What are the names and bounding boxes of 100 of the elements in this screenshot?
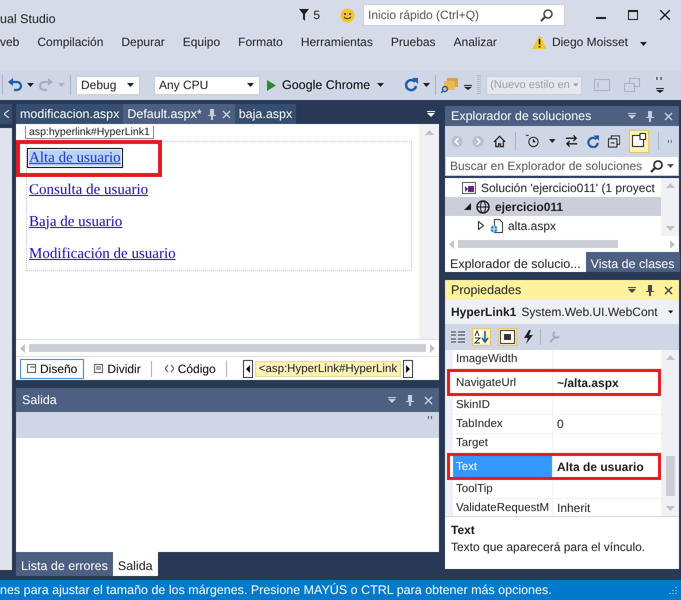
caret-icon[interactable] bbox=[127, 83, 134, 87]
lightning-icon[interactable] bbox=[524, 330, 533, 344]
menu-item[interactable]: Depurar bbox=[121, 32, 174, 52]
property-row[interactable]: ImageWidth bbox=[453, 350, 661, 369]
menu-item[interactable]: Herramientas bbox=[300, 32, 382, 52]
maximize-icon[interactable] bbox=[628, 10, 638, 20]
collapsed-icon[interactable] bbox=[478, 221, 484, 230]
menu-item[interactable]: Analizar bbox=[454, 32, 506, 52]
property-row[interactable]: Target bbox=[453, 434, 661, 453]
windows-icon bbox=[624, 78, 640, 92]
filter-icon[interactable] bbox=[299, 9, 310, 21]
find-icon[interactable] bbox=[441, 77, 460, 93]
close-icon[interactable] bbox=[660, 10, 670, 20]
menu-item[interactable]: Equipo bbox=[182, 32, 230, 52]
pin-icon[interactable] bbox=[208, 108, 216, 120]
home-icon[interactable] bbox=[493, 134, 506, 148]
panel-tab[interactable]: Lista de errores bbox=[16, 552, 113, 576]
caret-icon[interactable] bbox=[27, 83, 34, 87]
property-row[interactable]: SkinID bbox=[453, 396, 661, 415]
quick-launch-input[interactable]: Inicio rápido (Ctrl+Q) bbox=[364, 8, 529, 22]
solution-icon bbox=[462, 182, 476, 194]
pin-icon[interactable] bbox=[406, 394, 414, 406]
previous-button[interactable] bbox=[242, 360, 253, 378]
caret-icon[interactable] bbox=[423, 83, 430, 87]
overflow-icon[interactable] bbox=[668, 140, 673, 142]
search-field[interactable]: Buscar en Explorador de soluciones bbox=[445, 156, 679, 176]
hyperlink[interactable]: Alta de usuario bbox=[29, 150, 121, 166]
design-icon bbox=[27, 364, 36, 374]
caret-icon[interactable] bbox=[377, 83, 384, 87]
refresh-icon[interactable] bbox=[587, 134, 600, 148]
dropdown-icon[interactable] bbox=[628, 287, 636, 293]
platform-dropdown[interactable]: Any CPU bbox=[154, 76, 260, 94]
caret-icon[interactable] bbox=[247, 83, 254, 87]
pin-icon[interactable] bbox=[646, 110, 654, 122]
properties-button[interactable] bbox=[498, 328, 517, 346]
smiley-icon[interactable] bbox=[340, 8, 355, 22]
hyperlink[interactable]: Consulta de usuario bbox=[29, 182, 148, 198]
view-tab[interactable]: Dividir bbox=[87, 358, 148, 379]
status-text: nes para ajustar el tamaño de los márgenes. Presione MAYÚS o CTRL para obtener más opciones. bbox=[0, 583, 552, 597]
start-button[interactable]: Google Chrome bbox=[265, 78, 372, 92]
tree-item[interactable]: ejercicio011 bbox=[445, 197, 661, 216]
view-tab[interactable]: Diseño bbox=[20, 358, 84, 379]
web-file-icon bbox=[490, 218, 503, 232]
caret-icon[interactable] bbox=[668, 310, 673, 314]
property-row[interactable]: Text Alta de usuario bbox=[447, 453, 661, 480]
view-tab[interactable]: Código bbox=[158, 358, 223, 379]
search-icon[interactable] bbox=[540, 8, 553, 22]
property-row[interactable]: NavigateUrl ~/alta.aspx bbox=[447, 369, 661, 396]
configuration-dropdown[interactable]: Debug bbox=[76, 76, 140, 94]
properties-button[interactable] bbox=[629, 130, 650, 152]
panel-tab[interactable]: Vista de clases bbox=[586, 252, 680, 272]
document-tab[interactable]: modificacion.aspx bbox=[16, 104, 124, 124]
caret-icon[interactable] bbox=[549, 139, 556, 143]
object-selector[interactable]: HyperLink1 System.Web.UI.WebCont bbox=[445, 300, 679, 324]
undo-icon[interactable] bbox=[8, 78, 22, 92]
warning-icon[interactable] bbox=[532, 35, 547, 49]
property-row[interactable]: TabIndex 0 bbox=[453, 415, 661, 434]
pin-icon[interactable] bbox=[646, 284, 654, 296]
scrollbar-thumb[interactable] bbox=[29, 344, 426, 352]
document-tab[interactable]: Default.aspx* bbox=[123, 104, 235, 124]
alphabetical-button[interactable] bbox=[472, 328, 491, 346]
document-tab[interactable]: baja.aspx bbox=[234, 104, 296, 124]
scrollbar-thumb[interactable] bbox=[458, 240, 618, 248]
description-title: Text bbox=[451, 523, 476, 537]
chevron-left-icon[interactable] bbox=[4, 110, 8, 118]
expanded-icon[interactable] bbox=[464, 203, 470, 210]
hyperlink[interactable]: Modificación de usuario bbox=[29, 246, 176, 262]
tree-item[interactable]: Solución 'ejercicio011' (1 proyect bbox=[445, 178, 661, 197]
caret-icon[interactable] bbox=[640, 42, 647, 46]
menu-item[interactable]: veb bbox=[0, 32, 28, 52]
quick-launch-field[interactable]: Inicio rápido (Ctrl+Q) bbox=[363, 4, 565, 26]
account-name[interactable]: Diego Moisset bbox=[552, 35, 628, 49]
breadcrumb-tag[interactable]: <asp:HyperLink#HyperLink bbox=[254, 360, 402, 377]
sync-icon[interactable] bbox=[564, 135, 578, 147]
property-name: TabIndex bbox=[453, 415, 553, 433]
window-title: ual Studio bbox=[0, 12, 56, 26]
search-icon[interactable] bbox=[650, 160, 663, 172]
property-row[interactable]: ToolTip bbox=[453, 480, 661, 499]
menu-item[interactable]: Formato bbox=[238, 32, 292, 52]
panel-tab[interactable]: Explorador de solucio... bbox=[445, 252, 586, 272]
resize-grip-icon[interactable] bbox=[669, 586, 677, 594]
panel-title: Salida bbox=[22, 393, 57, 407]
next-button[interactable] bbox=[403, 360, 414, 378]
hyperlink[interactable]: Baja de usuario bbox=[29, 214, 122, 230]
overflow-icon[interactable] bbox=[656, 77, 664, 93]
caret-icon[interactable] bbox=[667, 164, 674, 168]
collapse-icon[interactable] bbox=[608, 134, 620, 148]
menu-item[interactable]: Compilación bbox=[37, 32, 112, 52]
scrollbar-thumb[interactable] bbox=[666, 456, 674, 496]
property-name: SkinID bbox=[453, 396, 553, 414]
code-icon bbox=[164, 364, 174, 374]
tree-item[interactable]: alta.aspx bbox=[445, 216, 661, 235]
close-icon[interactable] bbox=[664, 286, 673, 294]
panel-tab[interactable]: Salida bbox=[112, 552, 158, 576]
history-icon[interactable] bbox=[525, 134, 540, 148]
dropdown-icon[interactable] bbox=[427, 111, 435, 117]
categorized-icon[interactable] bbox=[451, 330, 465, 344]
refresh-icon[interactable] bbox=[404, 78, 418, 92]
property-row[interactable]: ValidateRequestM Inherit bbox=[453, 499, 661, 516]
menu-item[interactable]: Pruebas bbox=[390, 32, 445, 52]
